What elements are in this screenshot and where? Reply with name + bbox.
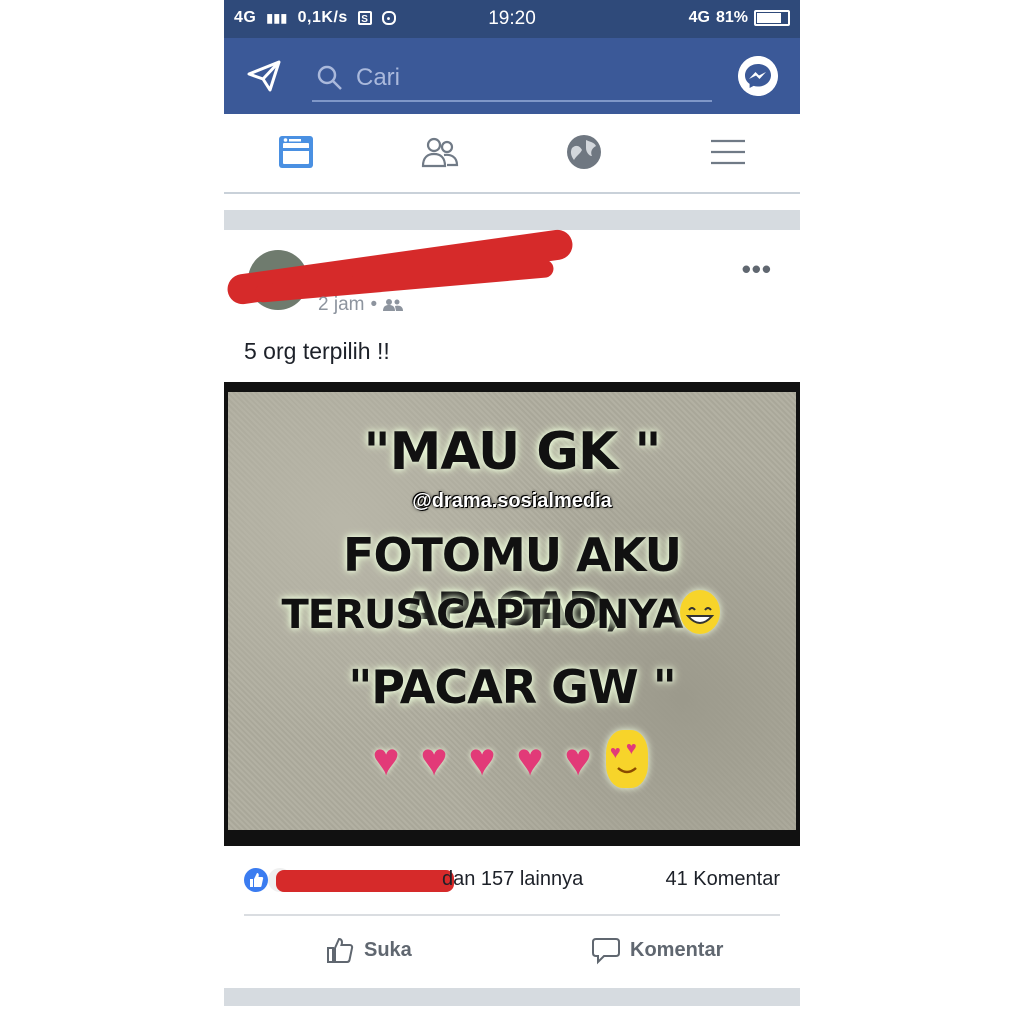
svg-text:♥: ♥ <box>610 742 621 762</box>
messenger-icon[interactable] <box>738 56 778 96</box>
svg-text:♥: ♥ <box>626 738 637 758</box>
redacted-reactors <box>276 870 454 892</box>
heart-eyes-emoji: ♥ ♥ <box>606 730 648 788</box>
reactions-row[interactable]: dan 157 lainnya 41 Komentar <box>224 860 800 906</box>
post-caption: 5 org terpilih !! <box>244 338 390 364</box>
friends-icon[interactable] <box>420 132 460 172</box>
more-options-icon[interactable]: ••• <box>742 254 772 285</box>
feed-separator <box>224 210 800 230</box>
watermark: @drama.sosialmedia <box>412 490 612 512</box>
post-time[interactable]: 2 jam <box>318 294 364 316</box>
globe-icon[interactable] <box>564 132 604 172</box>
tab-bar <box>224 114 800 194</box>
like-label: Suka <box>364 938 412 961</box>
comment-icon <box>592 938 620 965</box>
news-feed-icon[interactable] <box>276 132 316 172</box>
thumbs-up-icon <box>327 937 354 963</box>
status-bar: 4G ▮▮▮ 0,1K/s S • 19:20 4G 81% <box>224 0 800 38</box>
comment-button[interactable]: Komentar <box>590 934 723 966</box>
heart-icon: ♥ <box>372 733 400 785</box>
comment-label: Komentar <box>630 938 724 961</box>
audience-friends-icon <box>383 299 404 311</box>
search-placeholder: Cari <box>356 64 401 91</box>
post-meta: 2 jam • <box>318 294 404 316</box>
reaction-count[interactable]: dan 157 lainnya <box>442 868 583 891</box>
search-bar[interactable]: Cari <box>312 60 712 102</box>
post-actions: Suka Komentar <box>224 920 800 980</box>
post-image[interactable]: "MAU GK " @drama.sosialmedia FOTOMU AKU … <box>224 382 800 846</box>
like-button[interactable]: Suka <box>324 934 412 966</box>
menu-icon[interactable] <box>708 132 748 172</box>
status-right: 4G 81% <box>689 9 790 27</box>
heart-icon: ♥ <box>420 733 448 785</box>
search-icon <box>317 65 342 90</box>
phone-screen: 4G ▮▮▮ 0,1K/s S • 19:20 4G 81% Cari 2 ja… <box>224 0 800 1024</box>
heart-icon: ♥ <box>516 733 544 785</box>
heart-icon: ♥ <box>468 733 496 785</box>
heart-icon: ♥ <box>564 733 592 785</box>
divider <box>244 914 780 916</box>
feed-separator-bottom <box>224 988 800 1006</box>
comment-count[interactable]: 41 Komentar <box>665 868 780 891</box>
send-icon[interactable] <box>246 58 282 94</box>
network-indicator-right: 4G <box>688 9 710 26</box>
grinning-emoji <box>680 590 720 634</box>
like-reaction-icon <box>244 868 268 892</box>
battery-percent: 81% <box>715 9 748 26</box>
meme-canvas: "MAU GK " @drama.sosialmedia FOTOMU AKU … <box>228 392 796 830</box>
meme-line-1: "MAU GK " <box>363 422 662 482</box>
app-header: Cari <box>224 38 800 114</box>
meme-line-4: "PACAR GW " <box>348 660 676 714</box>
battery-icon <box>754 10 790 26</box>
